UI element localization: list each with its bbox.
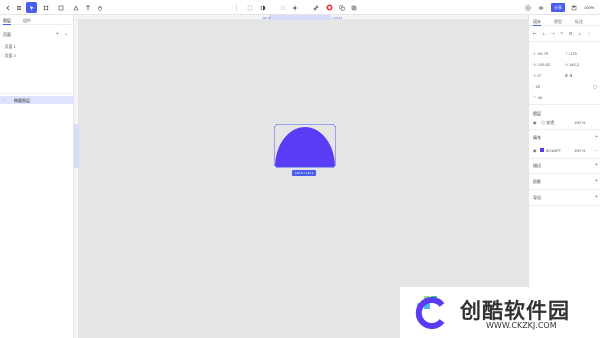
remove-fill-icon[interactable]: − — [595, 148, 597, 153]
divider — [529, 205, 600, 206]
height-field[interactable]: H 140.2 — [565, 62, 579, 67]
text-tool-icon[interactable] — [82, 2, 93, 13]
add-fill-icon[interactable]: + — [595, 135, 598, 140]
toolbar-separator — [236, 4, 237, 11]
layer-opacity[interactable]: 100 % — [574, 120, 585, 125]
pen-tool-icon[interactable] — [70, 2, 81, 13]
add-page-icon[interactable]: + — [56, 32, 59, 37]
right-panel-tabs: 设计 原型 标注 — [529, 15, 600, 26]
expand-arrow-icon[interactable]: › — [3, 98, 4, 103]
divider — [529, 158, 600, 159]
align-middle-icon[interactable]: ⊟ — [569, 31, 572, 36]
shadow-section-title: 投影 — [533, 179, 541, 184]
divider — [529, 41, 600, 42]
fill-visibility-icon[interactable]: ◉ — [533, 148, 537, 153]
record-icon[interactable] — [324, 2, 335, 13]
fill-color-swatch[interactable] — [540, 148, 544, 152]
left-panel-tabs: 图层 组件 — [0, 15, 74, 25]
select-tool-icon[interactable] — [26, 2, 37, 13]
back-icon[interactable] — [2, 2, 13, 13]
layers-stack-icon[interactable] — [348, 2, 359, 13]
preview-icon[interactable] — [535, 2, 546, 13]
mask-icon[interactable] — [257, 2, 268, 13]
divider — [529, 189, 600, 190]
resize-handle[interactable] — [333, 165, 336, 168]
rectangle-tool-icon[interactable] — [55, 2, 66, 13]
watermark-url: WWW.CKZKJ.COM — [486, 321, 557, 330]
fill-section-title: 填充 — [533, 135, 541, 140]
page-item[interactable]: › 页面 2 — [2, 53, 16, 59]
hand-tool-icon[interactable] — [94, 2, 105, 13]
divider — [529, 104, 600, 105]
link-icon[interactable] — [310, 2, 321, 13]
align-right-icon[interactable]: ⊣ — [551, 31, 554, 36]
align-center-icon[interactable]: ⊥ — [542, 31, 545, 36]
resize-handle[interactable] — [333, 124, 336, 127]
blend-mode[interactable]: ⊙ 穿透 — [541, 120, 554, 126]
semicircle-shape[interactable] — [274, 124, 336, 168]
watermark: 创酷软件园 WWW.CKZKJ.COM — [400, 287, 600, 338]
align-top-icon[interactable]: ⊤ — [560, 31, 563, 36]
layer-section-title: 图层 — [533, 111, 541, 116]
left-panel: 图层 组件 页面 + ⌄ › 页面 1 › 页面 2 › 椭圆图层 — [0, 15, 74, 338]
chevron-down-icon[interactable]: ⌄ — [64, 32, 68, 37]
align-left-icon[interactable]: ⊢ — [533, 31, 536, 36]
layer-row[interactable]: › 椭圆图层 — [0, 96, 74, 104]
add-export-icon[interactable]: + — [595, 195, 598, 200]
component-icon[interactable] — [244, 2, 255, 13]
divider — [529, 173, 600, 174]
alignment-row: ⊢ ⊥ ⊣ ⊤ ⊟ ⊥ ⋮ — [529, 31, 600, 37]
zoom-level[interactable]: 100% — [584, 5, 594, 10]
layer-label: 椭圆图层 — [14, 98, 30, 103]
resize-handle[interactable] — [274, 124, 277, 127]
width-field[interactable]: W 136.52 — [533, 62, 550, 67]
copy-icon[interactable] — [336, 2, 347, 13]
play-icon[interactable] — [522, 2, 533, 13]
independent-corners-icon[interactable]: ▢ — [593, 84, 597, 89]
watermark-logo-icon — [415, 296, 445, 329]
active-tab-indicator — [533, 25, 541, 26]
fill-opacity[interactable]: 100 % — [574, 148, 585, 153]
top-toolbar: 分享 100% — [0, 0, 600, 15]
distribute-icon[interactable]: ⋮ — [587, 31, 591, 36]
selected-shape[interactable] — [274, 124, 336, 168]
visibility-icon[interactable]: ◉ — [533, 120, 537, 125]
move-icon[interactable] — [289, 2, 300, 13]
add-stroke-icon[interactable]: + — [595, 163, 598, 168]
menu-icon[interactable] — [13, 2, 24, 13]
tab-prototype[interactable]: 原型 — [554, 19, 562, 25]
page-item[interactable]: › 页面 1 — [2, 44, 16, 50]
clip-field[interactable]: ◠ 40 — [533, 95, 542, 100]
divider — [0, 93, 74, 94]
boolean-icon[interactable] — [277, 2, 288, 13]
divider — [529, 129, 600, 130]
tab-inspect[interactable]: 标注 — [575, 19, 583, 25]
fill-row[interactable]: ◉ 5C3AFF 100 % − — [533, 148, 599, 154]
rotation-field[interactable]: ⟲ 0° — [533, 73, 541, 78]
active-tab-indicator — [3, 24, 11, 25]
x-field[interactable]: X -94.79 — [533, 51, 548, 56]
corner-radius-field[interactable]: ◜ 25 — [533, 84, 540, 89]
flip-icons[interactable]: ◭ ◮ — [565, 72, 572, 77]
size-badge: 136.5 × 140.2 — [292, 170, 317, 176]
tab-components[interactable]: 组件 — [23, 18, 31, 24]
resize-handle[interactable] — [274, 165, 277, 168]
add-shadow-icon[interactable]: + — [595, 179, 598, 184]
fill-hex[interactable]: 5C3AFF — [546, 148, 561, 153]
align-bottom-icon[interactable]: ⊥ — [578, 31, 581, 36]
stroke-section-title: 描边 — [533, 163, 541, 168]
y-field[interactable]: Y -175 — [565, 51, 577, 56]
share-button[interactable]: 分享 — [551, 3, 565, 12]
frame-tool-icon[interactable] — [40, 2, 51, 13]
export-section-title: 导出 — [533, 195, 541, 200]
save-icon[interactable] — [568, 2, 579, 13]
pages-title: 页面 — [3, 32, 11, 37]
